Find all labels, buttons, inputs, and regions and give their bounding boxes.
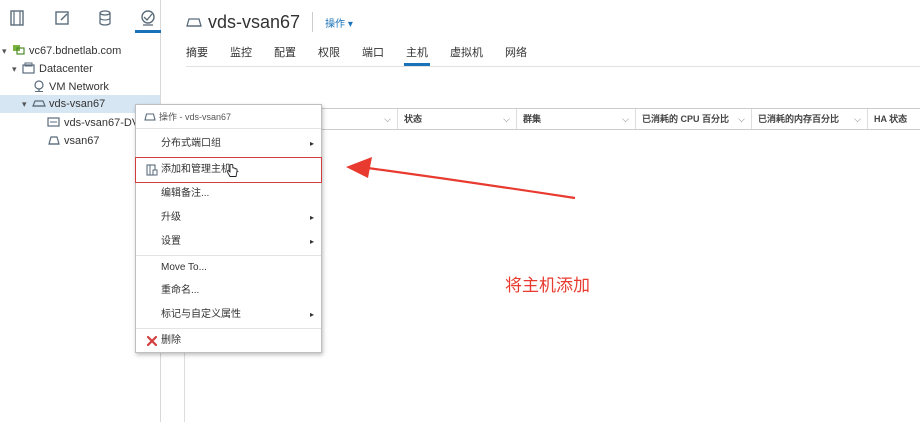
annotation-arrow [346, 157, 576, 200]
annotation-text: 将主机添加 [505, 276, 590, 296]
